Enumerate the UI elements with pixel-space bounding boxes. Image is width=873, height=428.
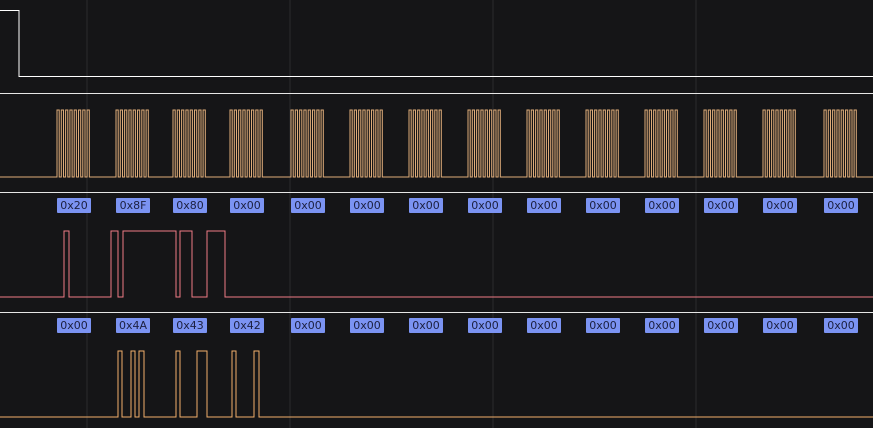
miso-byte-label[interactable]: 0x00 — [586, 318, 620, 333]
mosi-byte-label[interactable]: 0x00 — [527, 198, 561, 213]
miso-byte-label[interactable]: 0x00 — [527, 318, 561, 333]
miso-byte-label[interactable]: 0x00 — [468, 318, 502, 333]
miso-byte-label[interactable]: 0x00 — [291, 318, 325, 333]
waveform-area[interactable] — [0, 0, 873, 428]
miso-byte-label[interactable]: 0x00 — [645, 318, 679, 333]
miso-byte-label[interactable]: 0x00 — [824, 318, 858, 333]
miso-byte-label[interactable]: 0x00 — [350, 318, 384, 333]
mosi-byte-label[interactable]: 0x00 — [704, 198, 738, 213]
miso-byte-label[interactable]: 0x00 — [57, 318, 91, 333]
mosi-byte-label[interactable]: 0x80 — [173, 198, 207, 213]
mosi-trace — [0, 230, 873, 298]
mosi-byte-label[interactable]: 0x20 — [57, 198, 91, 213]
mosi-byte-label[interactable]: 0x00 — [824, 198, 858, 213]
miso-trace — [0, 350, 873, 418]
miso-byte-label[interactable]: 0x43 — [173, 318, 207, 333]
mosi-byte-label[interactable]: 0x00 — [350, 198, 384, 213]
mosi-byte-label[interactable]: 0x00 — [586, 198, 620, 213]
mosi-byte-label[interactable]: 0x00 — [763, 198, 797, 213]
mosi-byte-label[interactable]: 0x00 — [291, 198, 325, 213]
miso-byte-label[interactable]: 0x00 — [409, 318, 443, 333]
miso-byte-label[interactable]: 0x4A — [116, 318, 150, 333]
miso-byte-label[interactable]: 0x00 — [763, 318, 797, 333]
miso-byte-label[interactable]: 0x00 — [704, 318, 738, 333]
mosi-byte-label[interactable]: 0x8F — [116, 198, 150, 213]
miso-byte-label[interactable]: 0x42 — [230, 318, 264, 333]
mosi-byte-label[interactable]: 0x00 — [645, 198, 679, 213]
cs-trace — [0, 10, 873, 77]
clk-trace — [0, 109, 873, 178]
mosi-byte-label[interactable]: 0x00 — [468, 198, 502, 213]
mosi-byte-label[interactable]: 0x00 — [230, 198, 264, 213]
mosi-byte-label[interactable]: 0x00 — [409, 198, 443, 213]
